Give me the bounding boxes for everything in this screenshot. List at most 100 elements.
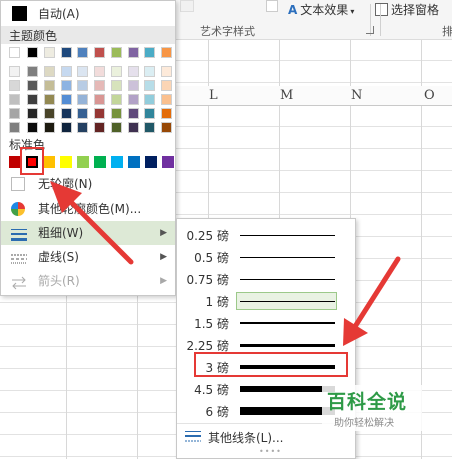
theme-color-swatch[interactable] (44, 80, 55, 91)
theme-color-swatch[interactable] (27, 94, 38, 105)
theme-color-swatch[interactable] (77, 94, 88, 105)
theme-color-swatch[interactable] (144, 47, 155, 58)
line-weight-item[interactable]: 粗细(W) ▶ (1, 221, 175, 245)
text-effect-icon: A (288, 3, 298, 17)
theme-color-swatch[interactable] (144, 80, 155, 91)
submenu-arrow-icon: ▶ (160, 252, 167, 262)
theme-color-swatch[interactable] (27, 66, 38, 77)
standard-color-swatch[interactable] (145, 156, 157, 168)
selection-pane-button[interactable]: 选择窗格 (375, 0, 439, 20)
theme-color-swatch[interactable] (44, 94, 55, 105)
theme-color-swatch[interactable] (111, 122, 122, 133)
theme-color-swatch[interactable] (94, 122, 105, 133)
theme-color-swatch[interactable] (61, 80, 72, 91)
weight-option[interactable]: 0.25 磅 (177, 224, 355, 246)
auto-color-item[interactable]: 自动(A) (1, 2, 175, 26)
weight-option-label: 4.5 磅 (194, 383, 229, 397)
theme-color-swatch[interactable] (94, 47, 105, 58)
dash-type-item[interactable]: 虚线(S) ▶ (1, 245, 175, 269)
theme-color-swatch[interactable] (61, 94, 72, 105)
theme-color-swatch[interactable] (27, 80, 38, 91)
column-header-L[interactable]: L (209, 88, 218, 103)
theme-color-swatch[interactable] (77, 108, 88, 119)
theme-color-swatch[interactable] (9, 122, 20, 133)
theme-color-swatch[interactable] (161, 80, 172, 91)
weight-option[interactable]: 1.5 磅 (177, 312, 355, 334)
theme-color-swatch[interactable] (9, 47, 20, 58)
theme-color-swatch[interactable] (144, 66, 155, 77)
theme-color-swatch[interactable] (44, 122, 55, 133)
more-lines-label: 其他线条(L)... (208, 431, 284, 445)
theme-color-swatch[interactable] (161, 108, 172, 119)
line-weight-icon (11, 226, 27, 241)
theme-color-swatch[interactable] (61, 66, 72, 77)
theme-color-swatch[interactable] (144, 108, 155, 119)
theme-color-swatch[interactable] (161, 47, 172, 58)
theme-color-swatch[interactable] (61, 47, 72, 58)
submenu-arrow-icon: ▶ (160, 276, 167, 286)
theme-color-swatch[interactable] (128, 108, 139, 119)
theme-color-swatch[interactable] (111, 108, 122, 119)
weight-option[interactable]: 1 磅 (177, 290, 355, 312)
theme-color-swatch[interactable] (44, 47, 55, 58)
theme-color-swatch[interactable] (128, 122, 139, 133)
theme-color-swatch[interactable] (111, 47, 122, 58)
ribbon-dropdown-fragment[interactable] (266, 0, 278, 12)
theme-color-swatch[interactable] (94, 108, 105, 119)
weight-option[interactable]: 0.75 磅 (177, 268, 355, 290)
theme-color-swatch[interactable] (128, 80, 139, 91)
resize-grip-icon[interactable]: •••• (259, 447, 282, 456)
selection-pane-label: 选择窗格 (391, 3, 440, 17)
weight-option-label: 1 磅 (205, 295, 229, 309)
theme-color-swatch[interactable] (27, 122, 38, 133)
theme-color-swatch[interactable] (77, 122, 88, 133)
theme-color-swatch[interactable] (27, 108, 38, 119)
theme-color-swatch[interactable] (111, 80, 122, 91)
column-header-O[interactable]: O (424, 88, 435, 103)
theme-color-swatch[interactable] (111, 66, 122, 77)
no-outline-item[interactable]: 无轮廓(N) (1, 172, 175, 196)
standard-color-swatch[interactable] (77, 156, 89, 168)
theme-color-swatch[interactable] (161, 94, 172, 105)
more-outline-colors-item[interactable]: 其他轮廓颜色(M)... (1, 197, 175, 221)
theme-color-swatch[interactable] (27, 47, 38, 58)
theme-color-swatch[interactable] (44, 66, 55, 77)
theme-color-swatch[interactable] (77, 47, 88, 58)
theme-color-swatch[interactable] (61, 108, 72, 119)
theme-color-swatch[interactable] (144, 122, 155, 133)
theme-color-swatch[interactable] (77, 80, 88, 91)
theme-color-swatch[interactable] (94, 66, 105, 77)
arrows-icon (11, 274, 26, 290)
theme-color-swatch[interactable] (128, 94, 139, 105)
column-header-N[interactable]: N (351, 88, 362, 103)
theme-color-swatch[interactable] (9, 80, 20, 91)
theme-color-swatch[interactable] (9, 66, 20, 77)
standard-color-swatch[interactable] (128, 156, 140, 168)
theme-color-swatch[interactable] (161, 122, 172, 133)
weight-sample-line (240, 322, 335, 324)
weight-option-label: 0.25 磅 (186, 229, 229, 243)
theme-color-swatch[interactable] (161, 66, 172, 77)
theme-color-swatch[interactable] (111, 94, 122, 105)
theme-color-swatch[interactable] (61, 122, 72, 133)
theme-color-swatch[interactable] (77, 66, 88, 77)
theme-color-swatch[interactable] (94, 94, 105, 105)
standard-color-swatch[interactable] (43, 156, 55, 168)
theme-color-swatch[interactable] (144, 94, 155, 105)
theme-color-swatch[interactable] (128, 66, 139, 77)
theme-color-swatch[interactable] (9, 108, 20, 119)
theme-color-swatch[interactable] (128, 47, 139, 58)
column-header-M[interactable]: M (280, 88, 293, 103)
art-style-group-label: 艺术字样式 (200, 25, 255, 38)
theme-color-swatch[interactable] (94, 80, 105, 91)
weight-option[interactable]: 0.5 磅 (177, 246, 355, 268)
standard-color-swatch[interactable] (111, 156, 123, 168)
theme-color-swatch[interactable] (44, 108, 55, 119)
standard-color-swatch[interactable] (60, 156, 72, 168)
standard-color-swatch[interactable] (162, 156, 174, 168)
theme-color-swatch[interactable] (9, 94, 20, 105)
dialog-launcher-icon[interactable] (366, 26, 374, 34)
standard-color-swatch[interactable] (94, 156, 106, 168)
text-effects-button[interactable]: A 文本效果 ▾ (288, 0, 354, 20)
watermark-title: 百科全说 (327, 391, 408, 413)
